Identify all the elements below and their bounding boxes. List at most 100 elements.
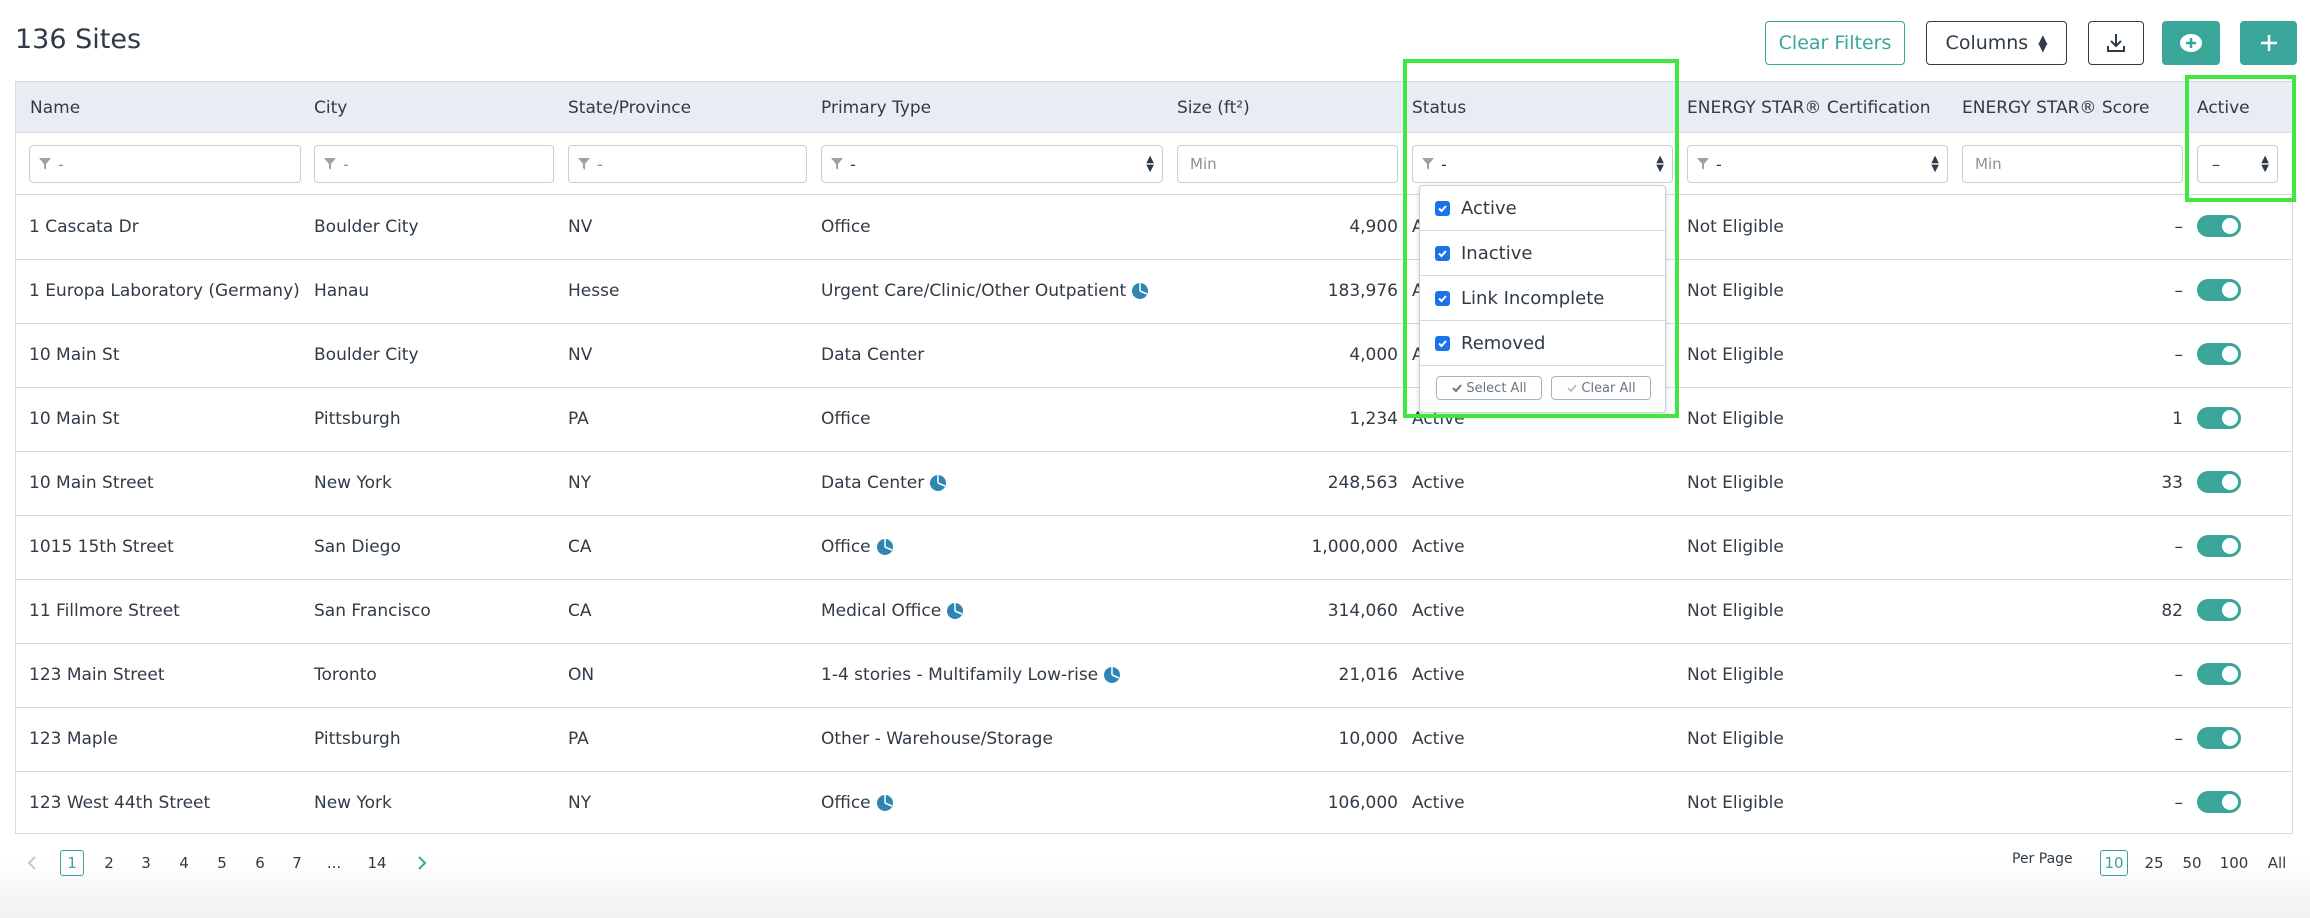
cell-name[interactable]: 1015 15th Street: [29, 537, 174, 557]
cell-name[interactable]: 123 Maple: [29, 729, 118, 749]
active-toggle[interactable]: [2197, 343, 2241, 365]
page-link[interactable]: 2: [97, 850, 121, 876]
table-row[interactable]: 11 Fillmore Street San Francisco CA Medical…: [16, 579, 2292, 644]
active-toggle[interactable]: [2197, 599, 2241, 621]
city-filter-input[interactable]: -: [314, 145, 554, 183]
table-row[interactable]: 123 Maple Pittsburgh PA Other - Warehouse/S…: [16, 707, 2292, 772]
cell-score: –: [2174, 537, 2184, 557]
column-header-certification[interactable]: ENERGY STAR® Certification: [1687, 98, 1931, 118]
cell-score: –: [2174, 729, 2184, 749]
column-header-name[interactable]: Name: [30, 98, 80, 118]
page-link[interactable]: 5: [210, 850, 234, 876]
active-toggle[interactable]: [2197, 663, 2241, 685]
active-toggle[interactable]: [2197, 279, 2241, 301]
cell-status: Active: [1412, 537, 1465, 557]
clear-filters-button[interactable]: Clear Filters: [1765, 21, 1905, 65]
cell-size: 1,234: [1349, 409, 1398, 429]
cell-name[interactable]: 1 Europa Laboratory (Germany): [29, 281, 300, 301]
name-filter-input[interactable]: -: [29, 145, 301, 183]
cell-primary-type: Medical Office: [821, 601, 964, 621]
table-header: Name City State/Province Primary Type Si…: [16, 82, 2292, 133]
column-header-primary-type[interactable]: Primary Type: [821, 98, 931, 118]
cell-name[interactable]: 10 Main Street: [29, 473, 154, 493]
cell-primary-type: Office: [821, 409, 871, 429]
cell-size: 4,900: [1349, 217, 1398, 237]
size-min-placeholder: Min: [1190, 155, 1217, 173]
column-header-state[interactable]: State/Province: [568, 98, 691, 118]
cell-name[interactable]: 11 Fillmore Street: [29, 601, 180, 621]
page-link[interactable]: 14: [365, 850, 389, 876]
per-page-option[interactable]: 25: [2140, 850, 2168, 876]
active-toggle[interactable]: [2197, 791, 2241, 813]
table-row[interactable]: 10 Main St Pittsburgh PA Office 1,234 Active N…: [16, 387, 2292, 452]
certification-filter-value: -: [1716, 154, 1722, 174]
columns-label: Columns: [1945, 32, 2029, 54]
table-row[interactable]: 10 Main Street New York NY Data Center 248,5…: [16, 451, 2292, 516]
cell-size: 21,016: [1338, 665, 1398, 685]
cell-state: PA: [568, 729, 589, 749]
per-page-option[interactable]: All: [2263, 850, 2291, 876]
per-page-option[interactable]: 100: [2217, 850, 2251, 876]
table-row[interactable]: 123 Main Street Toronto ON 1-4 stories - Mu…: [16, 643, 2292, 708]
page-link[interactable]: 3: [134, 850, 158, 876]
score-min-input[interactable]: Min: [1962, 145, 2183, 183]
cell-status: Active: [1412, 665, 1465, 685]
cell-city: New York: [314, 793, 392, 813]
cell-city: New York: [314, 473, 392, 493]
cell-city: Pittsburgh: [314, 729, 401, 749]
columns-button[interactable]: Columns ▲ ▼: [1926, 21, 2067, 65]
cell-city: San Diego: [314, 537, 401, 557]
active-toggle[interactable]: [2197, 535, 2241, 557]
state-filter-input[interactable]: -: [568, 145, 807, 183]
column-header-city[interactable]: City: [314, 98, 347, 118]
cell-size: 106,000: [1327, 793, 1398, 813]
per-page-option[interactable]: 10: [2100, 850, 2128, 876]
page-link[interactable]: 6: [248, 850, 272, 876]
table-row[interactable]: 1 Cascata DrBoulder CityNVOffice4,900Act…: [16, 195, 2292, 260]
table-row[interactable]: 1 Europa Laboratory (Germany) Hanau Hesse U…: [16, 259, 2292, 324]
page-link[interactable]: 7: [285, 850, 309, 876]
cell-name[interactable]: 10 Main St: [29, 409, 119, 429]
cell-size: 10,000: [1338, 729, 1398, 749]
download-button[interactable]: [2088, 21, 2144, 65]
size-min-input[interactable]: Min: [1177, 145, 1398, 183]
cell-name[interactable]: 10 Main St: [29, 345, 119, 365]
next-page-icon[interactable]: [410, 850, 434, 876]
filter-icon: [324, 158, 336, 170]
table-row[interactable]: 1015 15th Street San Diego CA Office 1,000,0…: [16, 515, 2292, 580]
sites-table: Name City State/Province Primary Type Si…: [15, 81, 2293, 834]
column-header-size[interactable]: Size (ft²): [1177, 98, 1250, 118]
sort-caret-icon: ▲ ▼: [2038, 32, 2048, 54]
primary-type-filter-select[interactable]: - ▲ ▼: [821, 145, 1163, 183]
cell-score: 1: [2172, 409, 2183, 429]
prev-page-icon[interactable]: [20, 850, 44, 876]
active-toggle[interactable]: [2197, 407, 2241, 429]
cell-certification: Not Eligible: [1687, 473, 1784, 493]
per-page-option[interactable]: 50: [2178, 850, 2206, 876]
pie-chart-icon: [930, 475, 947, 491]
active-toggle[interactable]: [2197, 471, 2241, 493]
active-toggle[interactable]: [2197, 727, 2241, 749]
table-row[interactable]: 123 West 44th Street New York NY Office 106,…: [16, 771, 2292, 835]
pie-chart-icon: [876, 795, 893, 811]
certification-filter-select[interactable]: - ▲ ▼: [1687, 145, 1948, 183]
add-site-button[interactable]: [2240, 21, 2297, 65]
select-caret-icon: ▲ ▼: [1931, 154, 1939, 174]
table-row[interactable]: 10 Main St Boulder City NV Data Center 4,000…: [16, 323, 2292, 388]
active-toggle[interactable]: [2197, 215, 2241, 237]
cell-state: NY: [568, 473, 592, 493]
page-link[interactable]: 4: [172, 850, 196, 876]
cell-certification: Not Eligible: [1687, 793, 1784, 813]
column-header-score[interactable]: ENERGY STAR® Score: [1962, 98, 2149, 118]
cell-city: Pittsburgh: [314, 409, 401, 429]
primary-type-text: Data Center: [821, 345, 925, 365]
page-link[interactable]: 1: [60, 850, 84, 876]
filter-row: - - - - ▲ ▼ Min - ▲ ▼ - ▲ ▼ Min – ▲ ▼: [16, 132, 2292, 195]
cell-primary-type: Data Center: [821, 473, 947, 493]
filter-icon: [39, 158, 51, 170]
cell-name[interactable]: 123 Main Street: [29, 665, 165, 685]
cell-status: Active: [1412, 729, 1465, 749]
map-view-button[interactable]: [2162, 21, 2220, 65]
cell-name[interactable]: 1 Cascata Dr: [29, 217, 139, 237]
cell-name[interactable]: 123 West 44th Street: [29, 793, 210, 813]
